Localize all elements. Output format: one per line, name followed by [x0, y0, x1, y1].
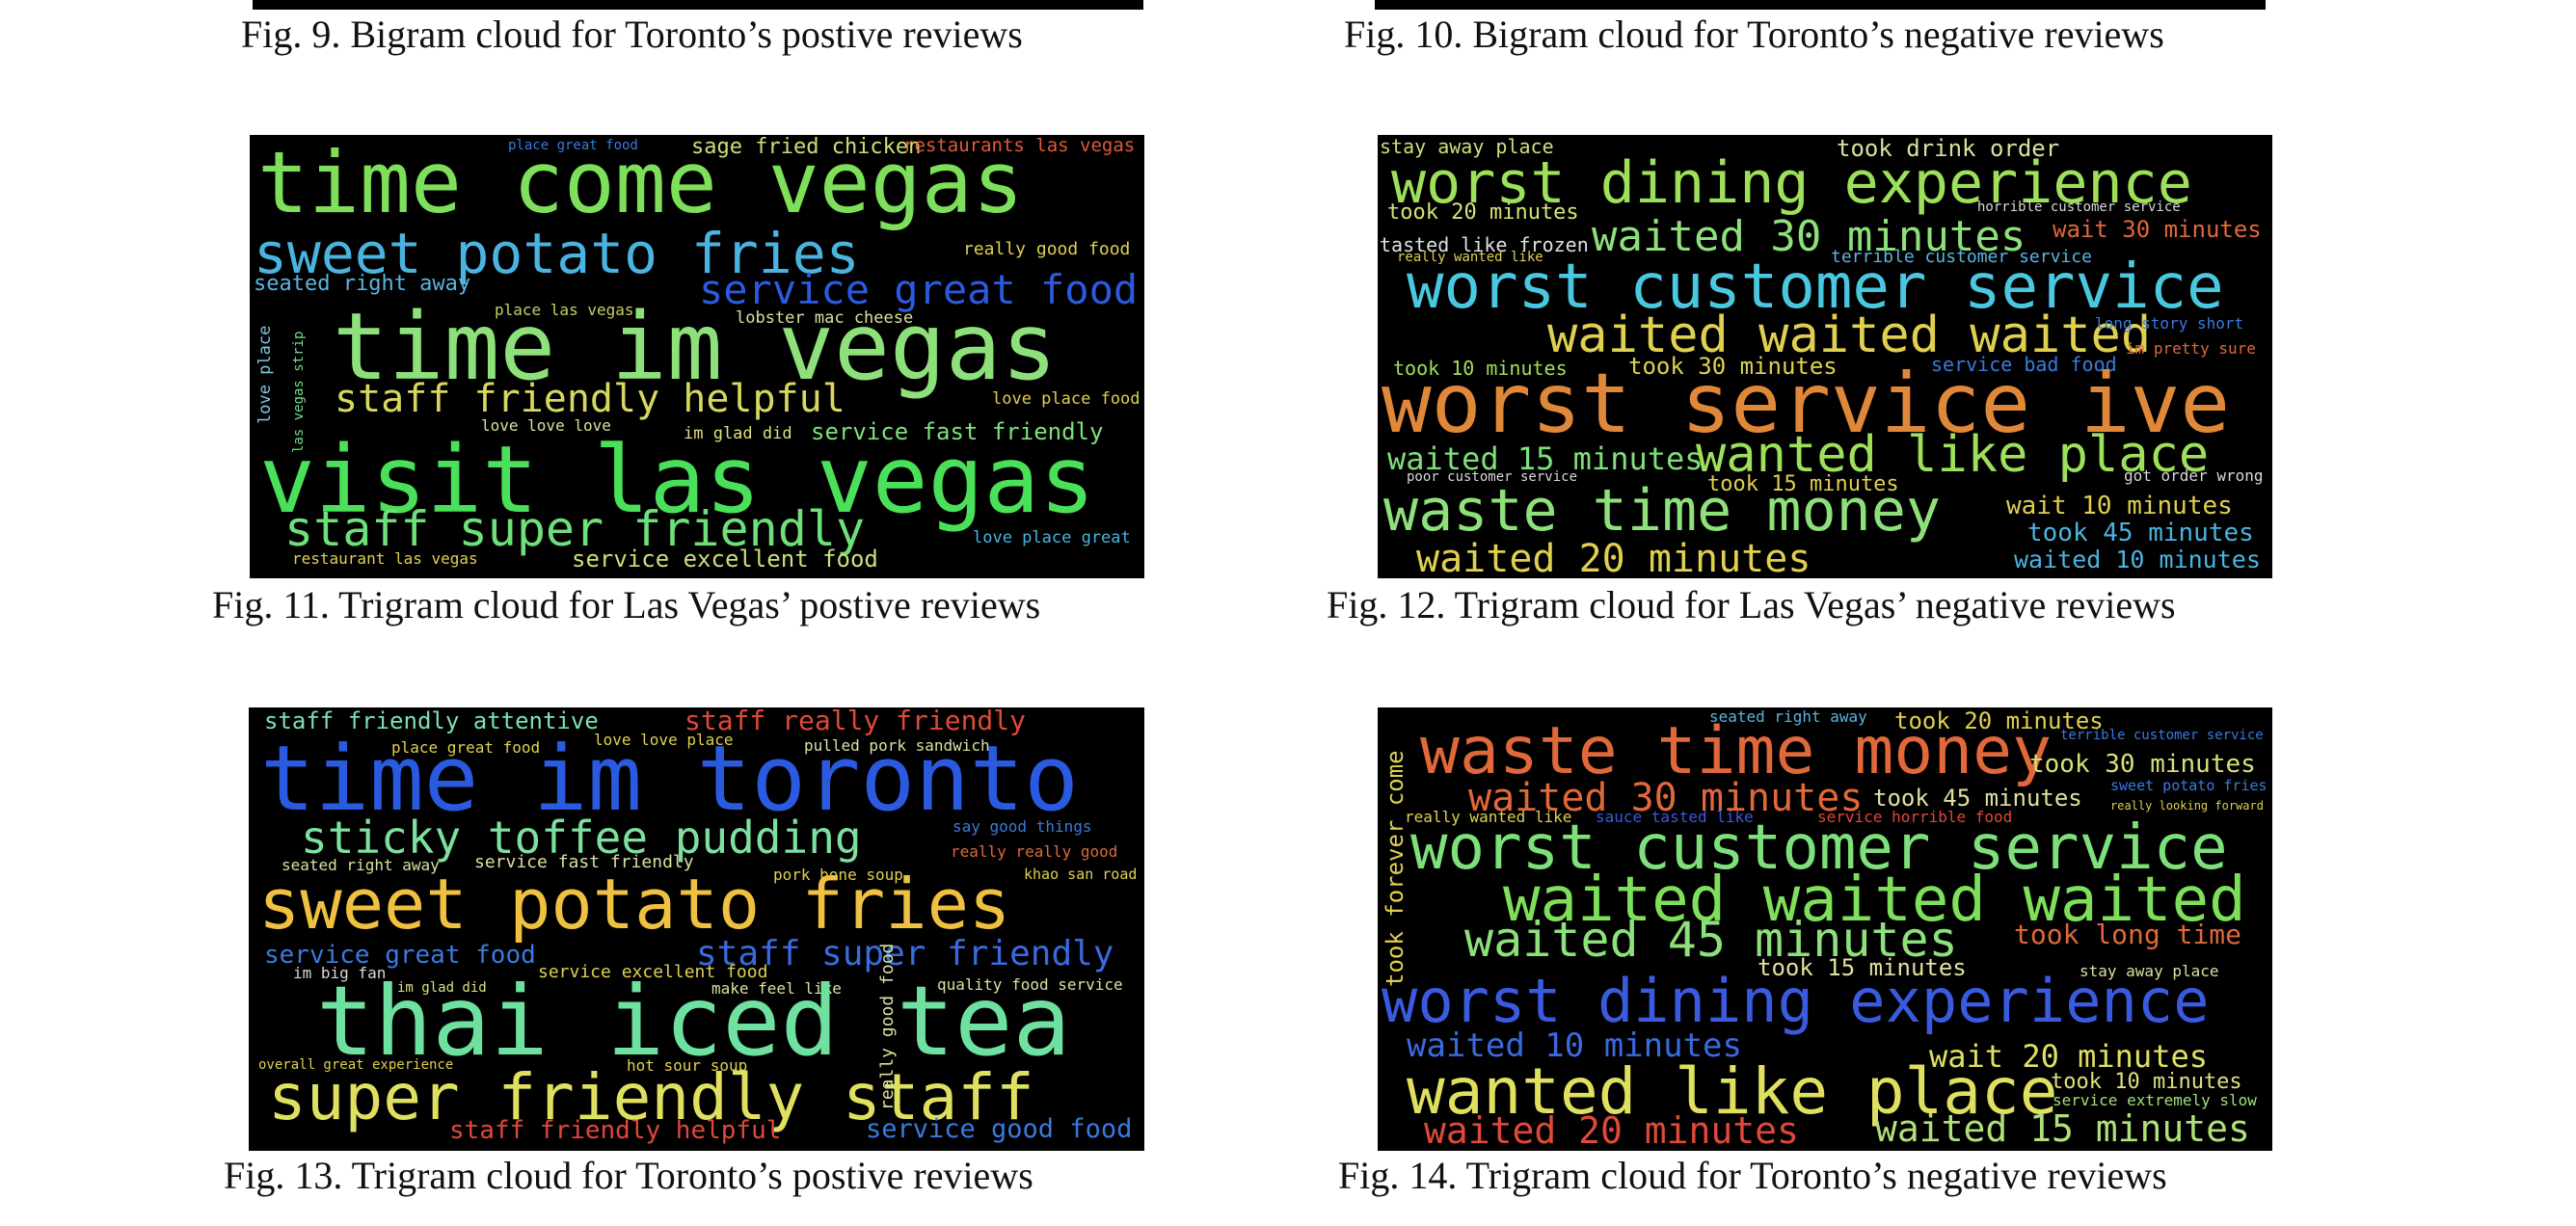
cloud-word: wait 30 minutes — [2053, 216, 2262, 243]
cloud-word: sweet potato fries — [258, 864, 1011, 945]
cloud-word: waste time money — [1420, 713, 2053, 789]
fig14-word-cloud: seated right away took 20 minutes terrib… — [1378, 707, 2272, 1151]
fig13-word-cloud: staff friendly attentive staff really fr… — [249, 707, 1144, 1151]
cloud-word: staff friendly helpful — [449, 1116, 782, 1145]
cloud-word: restaurant las vegas — [292, 549, 478, 568]
cloud-word: took 30 minutes — [2029, 750, 2256, 779]
fig13-caption: Fig. 13. Trigram cloud for Toronto’s pos… — [224, 1154, 1033, 1197]
cloud-word: long story short — [2095, 314, 2244, 333]
cloud-word: service good food — [866, 1114, 1133, 1144]
cloud-word: sweet potato fries — [2110, 777, 2267, 794]
cloud-word: im pretty sure — [2126, 339, 2256, 358]
cloud-word: khao san road — [1024, 866, 1138, 883]
cloud-word: place great food — [508, 138, 638, 153]
fig11-caption: Fig. 11. Trigram cloud for Las Vegas’ po… — [212, 583, 1041, 626]
cloud-word: waited 20 minutes — [1416, 537, 1811, 578]
cloud-word: took 45 minutes — [1873, 785, 2082, 812]
cloud-word: took 20 minutes — [1387, 200, 1579, 225]
fig10-caption: Fig. 10. Bigram cloud for Toronto’s nega… — [1344, 13, 2164, 56]
cloud-word: love place — [255, 325, 275, 424]
cloud-word: love place great — [973, 528, 1131, 547]
cloud-word: sage fried chicken — [691, 135, 922, 159]
cloud-word: waited 20 minutes — [1424, 1109, 1799, 1151]
cloud-word: really really good — [951, 842, 1118, 861]
cloud-word: thai iced tea — [316, 965, 1071, 1078]
cloud-word: love place food — [992, 389, 1140, 409]
cloud-word: waited 15 minutes — [1875, 1107, 2250, 1150]
cloud-word: waste time money — [1383, 477, 1941, 545]
cloud-word: say good things — [953, 817, 1092, 836]
fig14-caption: Fig. 14. Trigram cloud for Toronto’s neg… — [1338, 1154, 2167, 1197]
fig10-image-bottom-edge — [1375, 0, 2266, 10]
cloud-word: really good food — [877, 943, 898, 1110]
cloud-word: restaurants las vegas — [903, 135, 1136, 156]
cloud-word: las vegas strip — [291, 331, 307, 453]
fig12-word-cloud: stay away place took drink order worst d… — [1378, 135, 2272, 578]
cloud-word: service excellent food — [572, 546, 878, 573]
cloud-word: took 10 minutes — [2051, 1070, 2242, 1094]
fig9-caption: Fig. 9. Bigram cloud for Toronto’s posti… — [241, 13, 1023, 56]
cloud-word: waited 10 minutes — [2014, 546, 2261, 573]
cloud-word: seated right away — [254, 272, 471, 296]
fig9-image-bottom-edge — [253, 0, 1143, 10]
cloud-word: staff friendly helpful — [335, 377, 845, 421]
cloud-word: really good food — [963, 239, 1131, 259]
cloud-word: worst dining experience — [1382, 966, 2210, 1036]
fig12-caption: Fig. 12. Trigram cloud for Las Vegas’ ne… — [1327, 583, 2176, 626]
cloud-word: service extremely slow — [2053, 1091, 2257, 1109]
cloud-word: wait 10 minutes — [2006, 492, 2233, 520]
cloud-word: took long time — [2014, 919, 2242, 950]
cloud-word: took forever come — [1382, 750, 1409, 987]
fig11-word-cloud: time come vegas sage fried chicken resta… — [250, 135, 1144, 578]
cloud-word: really looking forward — [2110, 799, 2264, 813]
cloud-word: terrible customer service — [2060, 728, 2264, 743]
cloud-word: took 45 minutes — [2027, 519, 2254, 547]
cloud-word: got order wrong — [2124, 466, 2264, 485]
